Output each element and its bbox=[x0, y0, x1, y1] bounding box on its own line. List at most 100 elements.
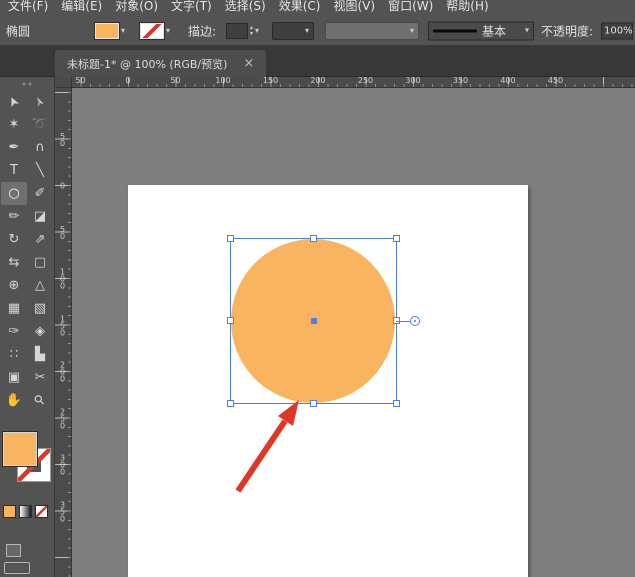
selection-handle-ne[interactable] bbox=[393, 235, 400, 242]
eraser-tool[interactable]: ◪ bbox=[27, 205, 53, 228]
type-tool[interactable]: T bbox=[1, 159, 27, 182]
shape-builder-tool[interactable]: ⊕ bbox=[1, 274, 27, 297]
ruler-number: 0 bbox=[125, 76, 131, 85]
ruler-number: 250 bbox=[58, 407, 67, 428]
fill-color-indicator[interactable] bbox=[2, 431, 38, 467]
stroke-preview-line bbox=[433, 29, 477, 32]
color-button[interactable] bbox=[3, 505, 16, 518]
magic-wand-tool[interactable]: ✶ bbox=[1, 113, 27, 136]
ruler-number: 250 bbox=[357, 76, 374, 85]
chevron-down-icon: ▾ bbox=[409, 25, 414, 35]
ruler-vertical[interactable]: 50 0 50 100 150 200 250 300 350 bbox=[55, 88, 72, 577]
selection-handle-se[interactable] bbox=[393, 400, 400, 407]
artboard-tool[interactable]: ▣ bbox=[1, 366, 27, 389]
ruler-number: 50 bbox=[75, 76, 86, 85]
chevron-down-icon: ▾ bbox=[304, 25, 309, 35]
menu-item[interactable]: 帮助(H) bbox=[446, 0, 488, 16]
mesh-tool[interactable]: ▦ bbox=[1, 297, 27, 320]
document-tab-title: 未标题-1* @ 100% (RGB/预览) bbox=[67, 57, 228, 71]
opacity-field[interactable]: 100% ▴▾ bbox=[601, 22, 635, 39]
stepper-icon[interactable]: ▴ ▾ bbox=[250, 24, 253, 37]
stroke-color-control[interactable]: ▾ bbox=[139, 21, 170, 40]
live-shape-widget-handle[interactable] bbox=[410, 316, 420, 326]
ruler-number: 300 bbox=[58, 453, 67, 475]
symbol-sprayer-tool[interactable]: ∷ bbox=[1, 343, 27, 366]
menu-item[interactable]: 效果(C) bbox=[279, 0, 321, 16]
eyedropper-tool[interactable]: ✑ bbox=[1, 320, 27, 343]
menu-item[interactable]: 编辑(E) bbox=[61, 0, 102, 16]
selection-handle-s[interactable] bbox=[309, 400, 317, 407]
control-bar: 椭圆 ▾ ▾ 描边: ▴ ▾ ▾ ▾ ▾ 基本 ▾ 不透明度: 100% bbox=[0, 16, 635, 46]
chevron-down-icon: ▾ bbox=[524, 25, 529, 35]
none-button[interactable] bbox=[35, 505, 48, 518]
menu-item[interactable]: 对象(O) bbox=[115, 0, 158, 16]
curvature-tool[interactable]: ∩ bbox=[27, 136, 53, 159]
ruler-number: 50 bbox=[58, 224, 67, 239]
tools-panel: ➤ ➢ ✶ ➰ ✒ ∩ T ╲ ○ ✐ ✏ ◪ ↻ ⇗ ⇆ ▢ ⊕ △ ▦ ▧ ✑ ◈ ∷ ▙ ▣ ✂ ✋ ⚲ bbox=[0, 77, 55, 577]
perspective-grid-tool[interactable]: △ bbox=[27, 274, 53, 297]
gradient-tool[interactable]: ▧ bbox=[27, 297, 53, 320]
ruler-number: 150 bbox=[58, 314, 67, 335]
lasso-tool[interactable]: ➰ bbox=[27, 113, 53, 136]
blend-tool[interactable]: ◈ bbox=[27, 320, 53, 343]
selection-bounding-box bbox=[227, 235, 420, 407]
tool-grid: ➤ ➢ ✶ ➰ ✒ ∩ T ╲ ○ ✐ ✏ ◪ ↻ ⇗ ⇆ ▢ ⊕ △ ▦ ▧ ✑ ◈ ∷ ▙ ▣ ✂ ✋ ⚲ bbox=[0, 90, 54, 412]
free-transform-tool[interactable]: ▢ bbox=[27, 251, 53, 274]
illustrator-window: 文件(F) 编辑(E) 对象(O) 文字(T) 选择(S) 效果(C) 视图(V) 窗口(W)… bbox=[0, 0, 635, 577]
stroke-style-label: 基本 bbox=[482, 24, 507, 38]
selection-handle-nw[interactable] bbox=[227, 235, 234, 242]
selection-handle-n[interactable] bbox=[309, 235, 317, 242]
canvas-area[interactable] bbox=[72, 88, 635, 577]
fill-color-control[interactable]: ▾ bbox=[94, 21, 125, 40]
menu-item[interactable]: 选择(S) bbox=[225, 0, 266, 16]
ruler-number: 200 bbox=[310, 76, 326, 85]
ruler-number: 0 bbox=[58, 181, 67, 189]
brush-definition-dropdown[interactable]: ▾ bbox=[272, 21, 314, 40]
ruler-corner[interactable] bbox=[55, 77, 72, 88]
ruler-number: 50 bbox=[170, 76, 181, 85]
stroke-weight-input[interactable] bbox=[226, 22, 248, 39]
menubar: 文件(F) 编辑(E) 对象(O) 文字(T) 选择(S) 效果(C) 视图(V) 窗口(W)… bbox=[0, 0, 635, 16]
chevron-down-icon[interactable]: ▾ bbox=[255, 26, 259, 35]
shape-center-point[interactable] bbox=[310, 318, 317, 324]
gradient-button[interactable] bbox=[19, 505, 32, 518]
stroke-profile-dropdown[interactable]: 基本 ▾ bbox=[428, 21, 534, 40]
menu-item[interactable]: 文字(T) bbox=[171, 0, 212, 16]
rotate-tool[interactable]: ↻ bbox=[1, 228, 27, 251]
draw-normal-mode-icon[interactable] bbox=[6, 544, 21, 557]
ruler-number: 150 bbox=[262, 76, 279, 85]
scale-tool[interactable]: ⇗ bbox=[27, 228, 53, 251]
chevron-down-icon[interactable]: ▾ bbox=[121, 26, 125, 35]
selection-handle-w[interactable] bbox=[227, 317, 234, 324]
active-tool-label: 椭圆 bbox=[6, 24, 31, 38]
fill-color-swatch[interactable] bbox=[94, 21, 120, 40]
stroke-weight-field[interactable]: ▴ ▾ ▾ bbox=[226, 22, 259, 39]
line-segment-tool[interactable]: ╲ bbox=[27, 159, 53, 182]
pen-tool[interactable]: ✒ bbox=[1, 136, 27, 159]
screen-mode-icon[interactable] bbox=[4, 562, 30, 574]
stroke-color-swatch[interactable] bbox=[139, 21, 165, 40]
stroke-weight-label: 描边: bbox=[188, 24, 217, 38]
tab-close-button[interactable]: × bbox=[243, 57, 254, 70]
opacity-value: 100% bbox=[604, 25, 633, 36]
ruler-horizontal[interactable]: 50 0 50 100 150 200 250 300 350 400 450 bbox=[55, 77, 635, 88]
width-tool[interactable]: ⇆ bbox=[1, 251, 27, 274]
column-graph-tool[interactable]: ▙ bbox=[27, 343, 53, 366]
menu-item[interactable]: 视图(V) bbox=[333, 0, 375, 16]
live-shape-widget-line bbox=[396, 320, 410, 322]
document-tab[interactable]: 未标题-1* @ 100% (RGB/预览) × bbox=[55, 50, 267, 77]
paintbrush-tool[interactable]: ✐ bbox=[27, 182, 53, 205]
ruler-number: 100 bbox=[215, 76, 231, 85]
ruler-number: 50 bbox=[58, 131, 67, 146]
chevron-down-icon[interactable]: ▾ bbox=[166, 26, 170, 35]
color-mode-buttons bbox=[3, 505, 48, 518]
menu-item[interactable]: 窗口(W) bbox=[388, 0, 433, 16]
ruler-number: 350 bbox=[452, 76, 469, 85]
pencil-tool[interactable]: ✏ bbox=[1, 205, 27, 228]
ruler-number: 100 bbox=[58, 267, 67, 289]
selection-handle-sw[interactable] bbox=[227, 400, 234, 407]
ellipse-tool[interactable]: ○ bbox=[1, 182, 27, 205]
graphic-style-dropdown[interactable]: ▾ bbox=[325, 21, 419, 40]
menu-item[interactable]: 文件(F) bbox=[8, 0, 48, 16]
opacity-label: 不透明度: bbox=[541, 24, 594, 38]
